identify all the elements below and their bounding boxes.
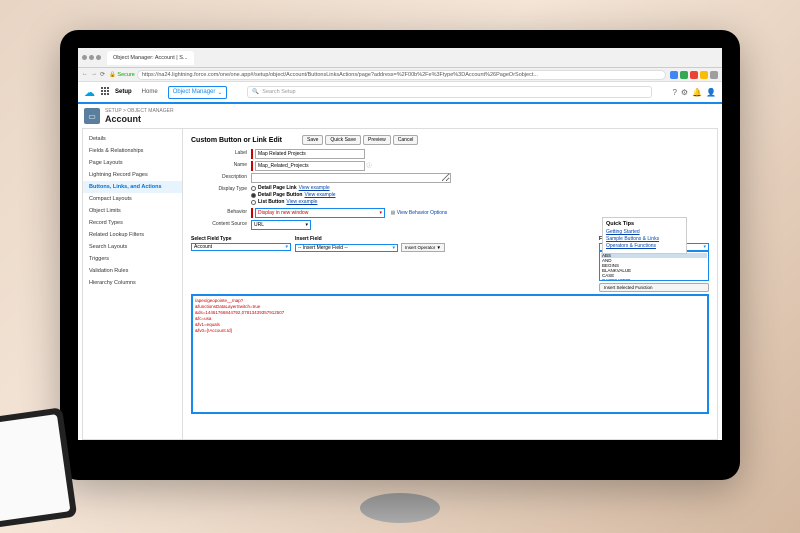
insert-selected-function-button[interactable]: Insert Selected Function xyxy=(599,283,709,292)
search-icon: 🔍 xyxy=(252,89,259,95)
select-field-type-label: Select Field Type xyxy=(191,236,291,242)
formula-editor[interactable]: /apex/geopointe__map? &functionsDataLaye… xyxy=(191,294,709,414)
radio-detail-button[interactable] xyxy=(251,193,256,198)
chevron-down-icon: ⌄ xyxy=(217,89,222,96)
breadcrumb-row: ▭ SETUP > OBJECT MANAGER Account xyxy=(78,104,722,128)
extension-icons[interactable] xyxy=(670,71,718,79)
tip-link[interactable]: Sample Buttons & Links xyxy=(606,236,683,242)
sidebar-item-validation[interactable]: Validation Rules xyxy=(83,265,182,277)
ext-icon[interactable] xyxy=(700,71,708,79)
tip-link[interactable]: Getting Started xyxy=(606,229,683,235)
chevron-down-icon: ▾ xyxy=(285,244,288,250)
sidebar-item-fields[interactable]: Fields & Relationships xyxy=(83,145,182,157)
main-content: Custom Button or Link Edit Save Quick Sa… xyxy=(183,129,717,439)
browser-tab[interactable]: Object Manager: Account | S... xyxy=(107,51,194,65)
browser-window: Object Manager: Account | S... ← → ⟳ 🔒 S… xyxy=(78,48,722,440)
chevron-down-icon: ▾ xyxy=(703,244,706,250)
cancel-button[interactable]: Cancel xyxy=(393,135,419,145)
sidebar-item-hierarchy[interactable]: Hierarchy Columns xyxy=(83,277,182,289)
forward-icon[interactable]: → xyxy=(91,71,97,78)
description-input[interactable] xyxy=(251,173,451,183)
quick-tips-panel: Quick Tips Getting Started Sample Button… xyxy=(602,217,687,254)
sidebar: Details Fields & Relationships Page Layo… xyxy=(83,129,183,439)
label-name: Name xyxy=(191,161,251,168)
account-object-icon: ▭ xyxy=(84,108,100,124)
view-example-link[interactable]: View example xyxy=(304,192,335,198)
chevron-down-icon: ▾ xyxy=(305,222,308,228)
chevron-down-icon: ▾ xyxy=(379,210,382,216)
bell-icon[interactable]: 🔔 xyxy=(692,88,702,97)
browser-tab-bar: Object Manager: Account | S... xyxy=(78,48,722,68)
quick-save-button[interactable]: Quick Save xyxy=(325,135,361,145)
radio-detail-link[interactable] xyxy=(251,186,256,191)
secure-badge: 🔒 Secure xyxy=(109,72,135,78)
view-example-link[interactable]: View example xyxy=(299,185,330,191)
address-bar[interactable]: https://na24.lightning.force.com/one/one… xyxy=(137,70,666,80)
nav-buttons[interactable]: ← → ⟳ xyxy=(82,71,105,78)
functions-list[interactable]: ABS AND BEGINS BLANKVALUE CASE CASESAFEI… xyxy=(599,251,709,281)
field-type-select[interactable]: Account▾ xyxy=(191,243,291,251)
address-bar-row: ← → ⟳ 🔒 Secure https://na24.lightning.fo… xyxy=(78,68,722,82)
insert-field-select[interactable]: -- Insert Merge Field --▾ xyxy=(295,244,398,252)
sidebar-item-buttons-links[interactable]: Buttons, Links, and Actions xyxy=(83,181,182,193)
salesforce-logo-icon[interactable]: ☁ xyxy=(84,86,95,99)
page-title: Account xyxy=(105,114,174,124)
view-behavior-link[interactable]: View Behavior Options xyxy=(391,210,448,216)
save-button[interactable]: Save xyxy=(302,135,323,145)
sidebar-item-details[interactable]: Details xyxy=(83,133,182,145)
ext-icon[interactable] xyxy=(690,71,698,79)
behavior-select[interactable]: Display in new window▾ xyxy=(255,208,385,218)
help-icon[interactable]: ? xyxy=(672,88,676,97)
app-launcher-icon[interactable] xyxy=(101,87,111,97)
view-example-link[interactable]: View example xyxy=(286,199,317,205)
search-setup-input[interactable]: 🔍 Search Setup xyxy=(247,86,652,98)
sidebar-item-compact[interactable]: Compact Layouts xyxy=(83,193,182,205)
ext-icon[interactable] xyxy=(710,71,718,79)
preview-button[interactable]: Preview xyxy=(363,135,391,145)
function-item[interactable]: CASESAFEID xyxy=(601,278,707,281)
setup-label: Setup xyxy=(115,89,132,95)
tip-link[interactable]: Operators & Functions xyxy=(606,243,683,249)
sidebar-item-limits[interactable]: Object Limits xyxy=(83,205,182,217)
tab-home[interactable]: Home xyxy=(138,87,162,97)
window-controls[interactable] xyxy=(82,55,101,60)
insert-operator-button[interactable]: Insert Operator ▼ xyxy=(401,243,445,252)
name-input[interactable] xyxy=(255,161,365,171)
sidebar-item-lookup[interactable]: Related Lookup Filters xyxy=(83,229,182,241)
tab-object-manager[interactable]: Object Manager ⌄ xyxy=(168,86,228,99)
radio-list-button[interactable] xyxy=(251,200,256,205)
back-icon[interactable]: ← xyxy=(82,71,88,78)
section-title: Custom Button or Link Edit xyxy=(191,137,282,144)
ext-icon[interactable] xyxy=(680,71,688,79)
insert-field-label: Insert Field xyxy=(295,236,445,242)
tab-title: Object Manager: Account | S... xyxy=(113,55,188,61)
sidebar-item-search[interactable]: Search Layouts xyxy=(83,241,182,253)
salesforce-header: ☁ Setup Home Object Manager ⌄ 🔍 Search S… xyxy=(78,82,722,104)
label-content-source: Content Source xyxy=(191,220,251,227)
label-behavior: Behavior xyxy=(191,208,251,215)
avatar-icon[interactable]: 👤 xyxy=(706,88,716,97)
chevron-down-icon: ▾ xyxy=(393,245,396,251)
monitor-stand xyxy=(360,493,440,523)
ext-icon[interactable] xyxy=(670,71,678,79)
label-description: Description xyxy=(191,173,251,180)
content-source-select[interactable]: URL▾ xyxy=(251,220,311,230)
sidebar-item-recordtypes[interactable]: Record Types xyxy=(83,217,182,229)
sidebar-item-layouts[interactable]: Page Layouts xyxy=(83,157,182,169)
label-input[interactable] xyxy=(255,149,365,159)
reload-icon[interactable]: ⟳ xyxy=(100,71,105,78)
quick-tips-title: Quick Tips xyxy=(606,221,683,227)
label-label: Label xyxy=(191,149,251,156)
sidebar-item-triggers[interactable]: Triggers xyxy=(83,253,182,265)
gear-icon[interactable]: ⚙ xyxy=(681,88,688,97)
sidebar-item-lightning[interactable]: Lightning Record Pages xyxy=(83,169,182,181)
label-display-type: Display Type xyxy=(191,185,251,192)
